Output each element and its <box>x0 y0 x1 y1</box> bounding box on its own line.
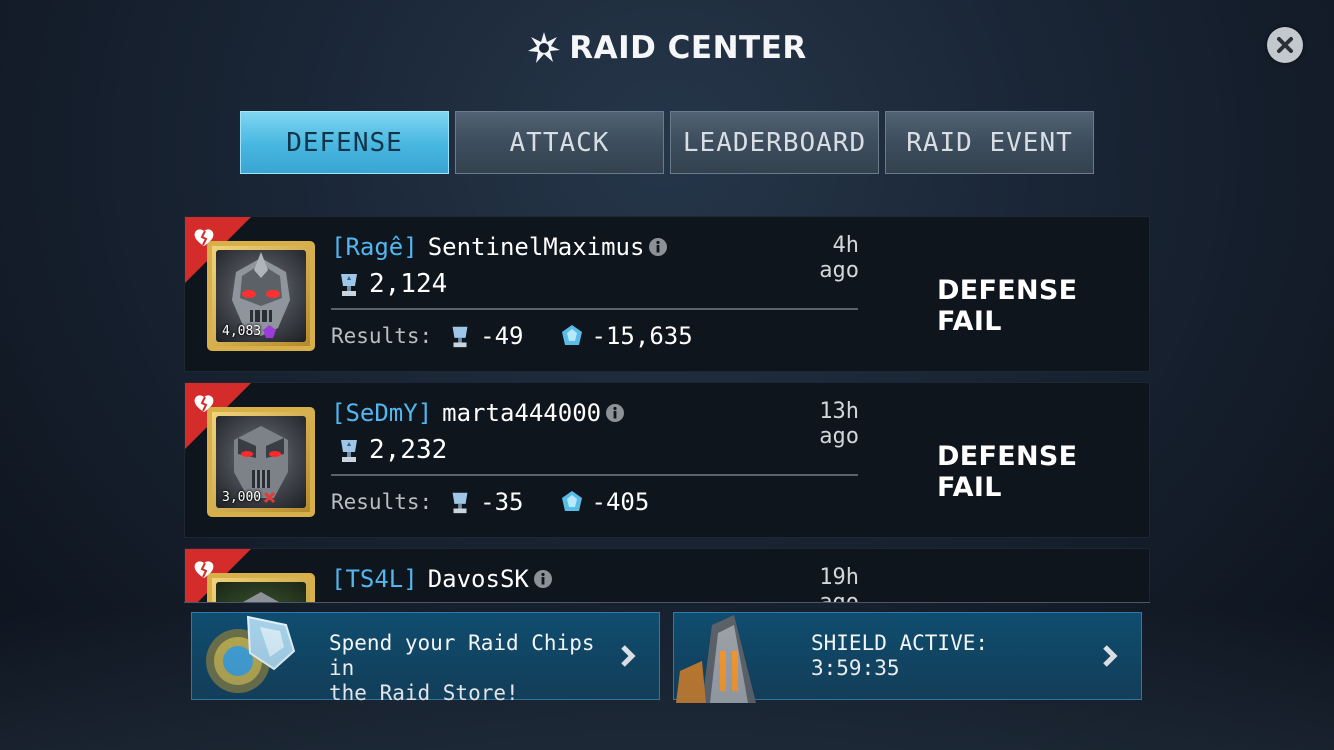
header: RAID CENTER <box>0 30 1334 69</box>
clan-tag: [Ragê] <box>331 233 418 261</box>
resource-change: -405 <box>591 488 650 516</box>
power-rating: 4,083 <box>222 324 277 339</box>
trophy-icon <box>452 326 468 348</box>
clan-tag: [TS4L] <box>331 565 418 593</box>
close-button[interactable] <box>1267 27 1303 63</box>
resource-crystal-icon <box>561 491 582 511</box>
raid-store-banner[interactable]: Spend your Raid Chips in the Raid Store! <box>191 612 660 705</box>
player-name-line: [Ragê] SentinelMaximus <box>331 233 668 261</box>
list-item[interactable]: [TS4L] DavosSK 19h ago <box>184 548 1150 603</box>
results-label: Results: <box>331 490 433 514</box>
avatar[interactable] <box>207 573 315 603</box>
red-x-icon <box>264 491 276 504</box>
robot-portrait-icon <box>241 592 281 603</box>
outcome-label: DEFENSE FAIL <box>937 275 1078 337</box>
list-item[interactable]: 3,000 [SeDmY] marta444000 13h ago 2,232 … <box>184 382 1150 538</box>
tab-defense[interactable]: DEFENSE <box>240 111 449 174</box>
page-title: RAID CENTER <box>569 30 807 66</box>
player-name-line: [SeDmY] marta444000 <box>331 399 625 427</box>
chevron-right-icon <box>621 645 636 667</box>
tab-leaderboard[interactable]: LEADERBOARD <box>670 111 879 174</box>
trophy-icon <box>452 492 468 514</box>
time-ago: 13h ago <box>819 399 859 449</box>
results-row: Results: -35 -405 <box>331 488 685 516</box>
divider <box>184 602 1150 603</box>
trophy-icon <box>341 440 357 462</box>
tab-raid-event[interactable]: RAID EVENT <box>885 111 1094 174</box>
shield-device-icon <box>676 615 756 703</box>
purple-gem-icon <box>263 325 277 338</box>
info-icon[interactable] <box>605 403 625 423</box>
time-ago: 4h ago <box>819 233 859 283</box>
trophy-count: 2,124 <box>337 269 447 299</box>
avatar[interactable]: 4,083 <box>207 241 315 351</box>
trophy-change: -49 <box>480 322 524 350</box>
results-row: Results: -49 -15,635 <box>331 322 729 350</box>
resource-change: -15,635 <box>591 322 693 350</box>
time-ago: 19h ago <box>819 565 859 603</box>
tab-bar: DEFENSE ATTACK LEADERBOARD RAID EVENT <box>240 111 1094 174</box>
title-wrap: RAID CENTER <box>527 30 807 66</box>
player-name: DavosSK <box>427 565 529 593</box>
avatar[interactable]: 3,000 <box>207 407 315 517</box>
shield-status-banner[interactable]: SHIELD ACTIVE: 3:59:35 <box>673 612 1142 703</box>
raid-log-list[interactable]: 4,083 [Ragê] SentinelMaximus 4h ago 2,12… <box>184 216 1150 603</box>
tab-attack[interactable]: ATTACK <box>455 111 664 174</box>
trophy-icon <box>341 274 357 296</box>
results-label: Results: <box>331 324 433 348</box>
divider <box>331 474 858 476</box>
starburst-icon <box>528 32 561 63</box>
outcome-label: DEFENSE FAIL <box>937 441 1078 503</box>
list-item[interactable]: 4,083 [Ragê] SentinelMaximus 4h ago 2,12… <box>184 216 1150 372</box>
resource-crystal-icon <box>561 325 582 345</box>
player-name: marta444000 <box>442 399 602 427</box>
clan-tag: [SeDmY] <box>331 399 433 427</box>
store-banner-text: Spend your Raid Chips in the Raid Store! <box>329 631 595 705</box>
close-icon <box>1277 37 1293 53</box>
player-name-line: [TS4L] DavosSK <box>331 565 553 593</box>
raid-chip-icon <box>206 615 296 693</box>
player-name: SentinelMaximus <box>427 233 645 261</box>
info-icon[interactable] <box>533 569 553 589</box>
divider <box>331 308 858 310</box>
info-icon[interactable] <box>648 237 668 257</box>
trophy-change: -35 <box>480 488 524 516</box>
power-rating: 3,000 <box>222 490 276 505</box>
shield-banner-text: SHIELD ACTIVE: 3:59:35 <box>811 631 989 680</box>
chevron-right-icon <box>1103 645 1118 667</box>
trophy-count: 2,232 <box>337 435 447 465</box>
